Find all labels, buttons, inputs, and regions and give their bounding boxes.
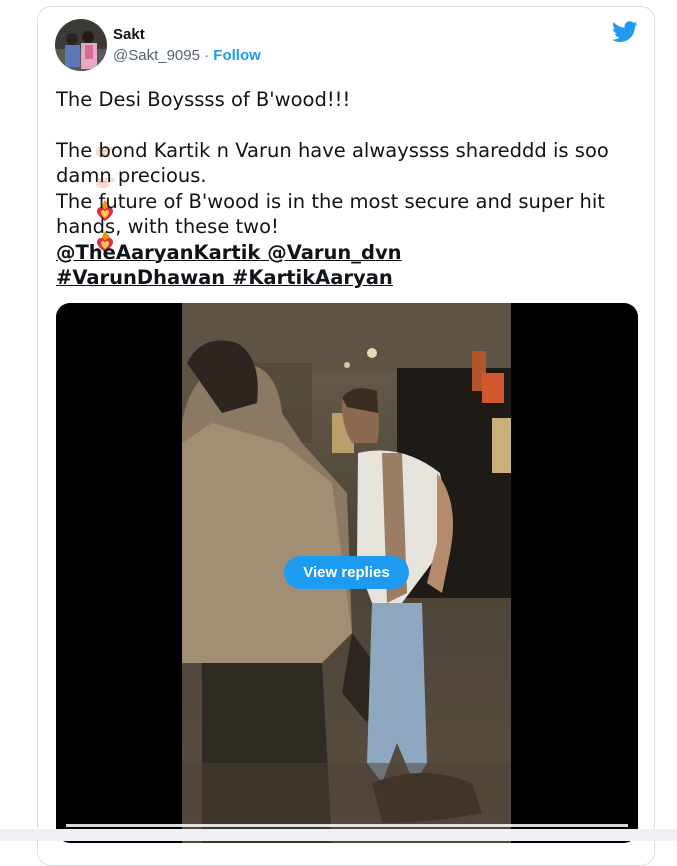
mention-link[interactable]: @TheAaryanKartik xyxy=(56,241,260,264)
tweet-text: The Desi Boyssss of B'wood!!! The bond K… xyxy=(56,87,616,291)
video-progress-bar[interactable] xyxy=(66,824,628,827)
tweet-card: Sakt @Sakt_9095 · Follow The Desi Boysss… xyxy=(37,6,655,866)
video-player[interactable]: View replies xyxy=(56,303,638,843)
mention-link[interactable]: @Varun_dvn xyxy=(267,241,401,264)
handle[interactable]: @Sakt_9095 xyxy=(113,47,200,64)
tweet-line-3: The future of B'wood is in the most secu… xyxy=(56,189,612,239)
mentions-row: @TheAaryanKartik @Varun_dvn xyxy=(56,240,616,266)
display-name[interactable]: Sakt xyxy=(113,26,145,43)
bottom-strip xyxy=(0,829,677,841)
follow-button[interactable]: Follow xyxy=(213,47,261,64)
avatar[interactable] xyxy=(55,19,107,71)
view-replies-button[interactable]: View replies xyxy=(284,556,409,589)
handle-row: @Sakt_9095 · Follow xyxy=(113,47,261,64)
tweet-line-2: The bond Kartik n Varun have alwayssss s… xyxy=(56,138,616,188)
hashtag-link[interactable]: #VarunDhawan xyxy=(56,266,225,289)
hashtag-link[interactable]: #KartikAaryan xyxy=(232,266,393,289)
emoji-row xyxy=(56,113,616,252)
hashtags-row: #VarunDhawan #KartikAaryan xyxy=(56,265,616,291)
tweet-line-1: The Desi Boyssss of B'wood!!! xyxy=(56,88,351,111)
separator: · xyxy=(199,47,214,64)
twitter-bird-icon[interactable] xyxy=(612,21,638,43)
